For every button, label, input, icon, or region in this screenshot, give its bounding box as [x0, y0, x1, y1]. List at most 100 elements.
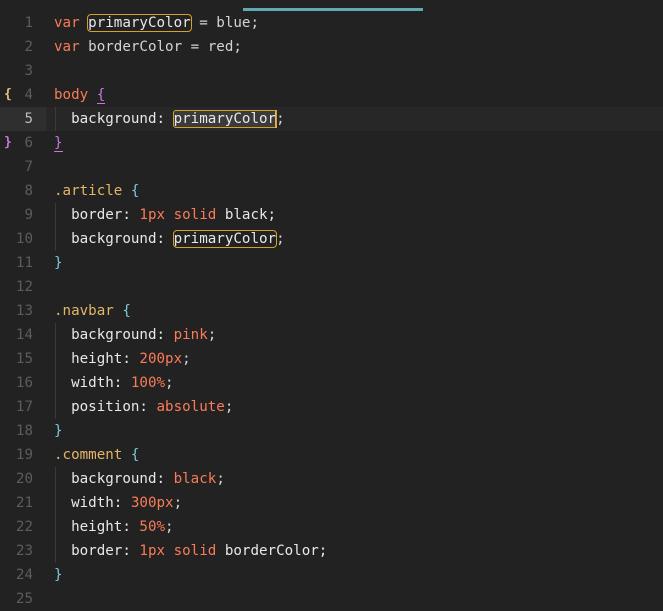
- line-number: 22: [15, 519, 33, 535]
- token-brace: }: [54, 135, 63, 152]
- code-line[interactable]: 8 .article {: [0, 179, 663, 203]
- token-punct: ;: [207, 327, 217, 343]
- line-number: 16: [15, 375, 33, 391]
- code-text: }: [54, 563, 63, 587]
- code-line[interactable]: 3: [0, 59, 663, 83]
- token-punct: ;: [182, 351, 191, 367]
- token-brace: {: [130, 183, 140, 199]
- line-number: 2: [24, 39, 33, 55]
- code-line[interactable]: 19 .comment {: [0, 443, 663, 467]
- token-punct: ;: [276, 111, 285, 127]
- code-line[interactable]: 16 width: 100%;: [0, 371, 663, 395]
- symbol-occurrence-highlight: primaryColor: [172, 230, 278, 248]
- code-text: height: 50%;: [54, 515, 174, 539]
- code-line[interactable]: 17 position: absolute;: [0, 395, 663, 419]
- code-line[interactable]: 7: [0, 155, 663, 179]
- code-text: border: 1px solid black;: [54, 203, 276, 227]
- token-brace: }: [54, 423, 63, 439]
- token-prop: height:: [54, 519, 140, 535]
- symbol-occurrence-highlight: primaryColor: [172, 110, 278, 128]
- code-text: var primaryColor = blue;: [54, 11, 259, 35]
- code-editor[interactable]: 1 var primaryColor = blue; 2 var borderColo…: [0, 11, 663, 611]
- token-punct: ;: [276, 231, 285, 247]
- line-number: 13: [15, 303, 33, 319]
- token-punct: ;: [165, 375, 174, 391]
- code-line[interactable]: 13 .navbar {: [0, 299, 663, 323]
- line-number: 11: [15, 255, 33, 271]
- token-brace: }: [54, 567, 63, 583]
- code-text: body {: [54, 83, 106, 107]
- code-text: background: primaryColor;: [54, 107, 285, 131]
- token-prop: border:: [54, 207, 140, 223]
- token-val: absolute: [156, 399, 225, 415]
- token-val: 50%: [139, 519, 166, 535]
- line-number: 4: [24, 87, 33, 103]
- line-number: 19: [15, 447, 33, 463]
- code-line[interactable]: 23 border: 1px solid borderColor;: [0, 539, 663, 563]
- code-line[interactable]: 21 width: 300px;: [0, 491, 663, 515]
- code-line[interactable]: 2 var borderColor = red;: [0, 35, 663, 59]
- code-line[interactable]: 9 border: 1px solid black;: [0, 203, 663, 227]
- token-prop: background:: [54, 231, 174, 247]
- token-brace: {: [122, 303, 131, 319]
- token-prop: width:: [54, 495, 131, 511]
- code-line[interactable]: 20 background: black;: [0, 467, 663, 491]
- code-text: .navbar {: [54, 299, 131, 323]
- code-line[interactable]: 1 var primaryColor = blue;: [0, 11, 663, 35]
- token-brace: }: [54, 255, 63, 271]
- line-number: 6: [24, 135, 33, 151]
- line-number: 1: [24, 15, 33, 31]
- token-sel: .article: [54, 183, 123, 199]
- token-kw: var: [54, 39, 80, 55]
- code-line[interactable]: 15 height: 200px;: [0, 347, 663, 371]
- token-val: black: [173, 471, 217, 487]
- code-line[interactable]: 14 background: pink;: [0, 323, 663, 347]
- code-line[interactable]: 25: [0, 587, 663, 611]
- code-line[interactable]: 22 height: 50%;: [0, 515, 663, 539]
- code-text: width: 100%;: [54, 371, 174, 395]
- code-line[interactable]: 18}: [0, 419, 663, 443]
- token-kw: body: [54, 87, 89, 103]
- code-text: background: primaryColor;: [54, 227, 285, 251]
- line-number: 23: [15, 543, 33, 559]
- code-text: .comment {: [54, 443, 139, 467]
- code-line[interactable]: 5 background: primaryColor;: [0, 107, 663, 131]
- line-number: 25: [15, 591, 33, 607]
- line-number: 20: [15, 471, 33, 487]
- token-punct: ;: [165, 519, 174, 535]
- token-prop: background:: [54, 111, 174, 127]
- code-text: }: [54, 131, 63, 155]
- token-val: 1px solid: [139, 207, 217, 223]
- line-number: 18: [15, 423, 33, 439]
- code-line[interactable]: 10 background: primaryColor;: [0, 227, 663, 251]
- code-line[interactable]: {4 body {: [0, 83, 663, 107]
- token-prop: background:: [54, 327, 174, 343]
- line-number: 7: [24, 159, 33, 175]
- code-text: }: [54, 251, 63, 275]
- token-op: = blue;: [190, 15, 260, 31]
- line-number: 14: [15, 327, 33, 343]
- code-text: background: black;: [54, 467, 225, 491]
- token-punct: ;: [224, 399, 234, 415]
- code-text: background: pink;: [54, 323, 216, 347]
- code-line[interactable]: 24}: [0, 563, 663, 587]
- token-prop: border:: [54, 543, 140, 559]
- code-text: border: 1px solid borderColor;: [54, 539, 327, 563]
- code-line[interactable]: 11}: [0, 251, 663, 275]
- token-prop: background:: [54, 471, 174, 487]
- code-text: var borderColor = red;: [54, 35, 242, 59]
- code-text: height: 200px;: [54, 347, 191, 371]
- code-line[interactable]: } 6}: [0, 131, 663, 155]
- code-line[interactable]: 12: [0, 275, 663, 299]
- line-number: 15: [15, 351, 33, 367]
- token-brace: {: [96, 87, 106, 104]
- token-kw: var: [54, 15, 80, 31]
- token-prop: height:: [54, 351, 140, 367]
- line-number: 24: [15, 567, 33, 583]
- token-plain: borderColor;: [216, 543, 328, 559]
- line-number: 5: [24, 111, 33, 127]
- token-val: 1px solid: [139, 543, 217, 559]
